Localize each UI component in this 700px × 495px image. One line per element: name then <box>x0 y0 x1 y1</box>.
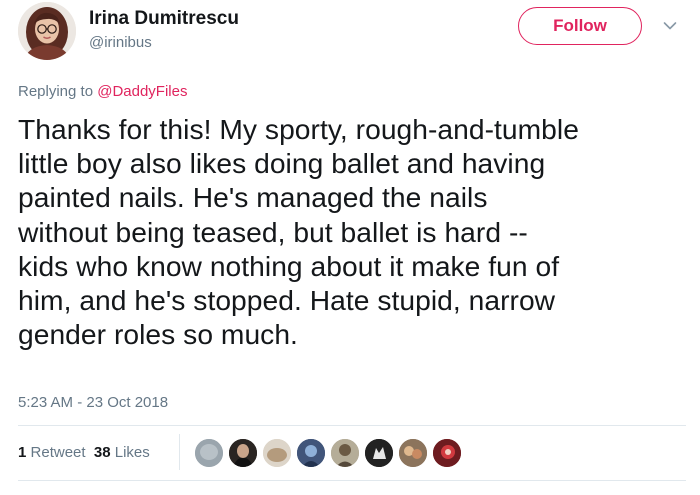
tweet-text-line: without being teased, but ballet is hard… <box>18 215 528 248</box>
liker-avatar[interactable] <box>329 437 361 469</box>
tweet-text: Thanks for this! My sporty, rough-and-tu… <box>18 112 678 351</box>
divider <box>18 425 686 426</box>
liker-avatar[interactable] <box>431 437 463 469</box>
replying-to-label: Replying to <box>18 83 98 100</box>
likes-count: 38 <box>93 444 111 461</box>
follow-button[interactable]: Follow <box>518 7 642 45</box>
liker-avatar[interactable] <box>295 437 327 469</box>
retweet-label: Retweet <box>30 444 86 461</box>
liker-avatar[interactable] <box>227 437 259 469</box>
replying-to-line: Replying to @DaddyFiles <box>18 83 187 100</box>
tweet-timestamp[interactable]: 5:23 AM - 23 Oct 2018 <box>18 394 168 411</box>
tweet-card: Irina Dumitrescu @irinibus Follow Replyi… <box>0 0 700 495</box>
retweet-stat[interactable]: 1 Retweet <box>18 444 86 461</box>
divider <box>18 480 686 481</box>
author-avatar[interactable] <box>18 2 76 60</box>
likes-label: Likes <box>114 444 150 461</box>
retweet-count: 1 <box>18 444 27 461</box>
tweet-text-line: kids who know nothing about it make fun … <box>18 249 560 282</box>
tweet-text-line: painted nails. He's managed the nails <box>18 181 488 214</box>
reply-handle-link[interactable]: @DaddyFiles <box>97 83 187 100</box>
liker-avatar[interactable] <box>193 437 225 469</box>
tweet-text-line: him, and he's stopped. Hate stupid, narr… <box>18 284 556 317</box>
likes-stat[interactable]: 38 Likes <box>94 444 150 461</box>
author-avatar-image <box>18 2 76 60</box>
chevron-down-icon[interactable] <box>663 21 677 31</box>
tweet-stats: 1 Retweet 38 Likes <box>18 444 150 461</box>
tweet-text-line: gender roles so much. <box>18 318 298 351</box>
liker-avatar[interactable] <box>261 437 293 469</box>
author-name[interactable]: Irina Dumitrescu <box>89 8 239 30</box>
stats-separator <box>179 434 180 470</box>
tweet-text-line: little boy also likes doing ballet and h… <box>18 147 546 180</box>
liker-avatar[interactable] <box>363 437 395 469</box>
author-handle[interactable]: @irinibus <box>89 34 152 51</box>
liker-avatar[interactable] <box>397 437 429 469</box>
tweet-text-line: Thanks for this! My sporty, rough-and-tu… <box>18 113 579 145</box>
